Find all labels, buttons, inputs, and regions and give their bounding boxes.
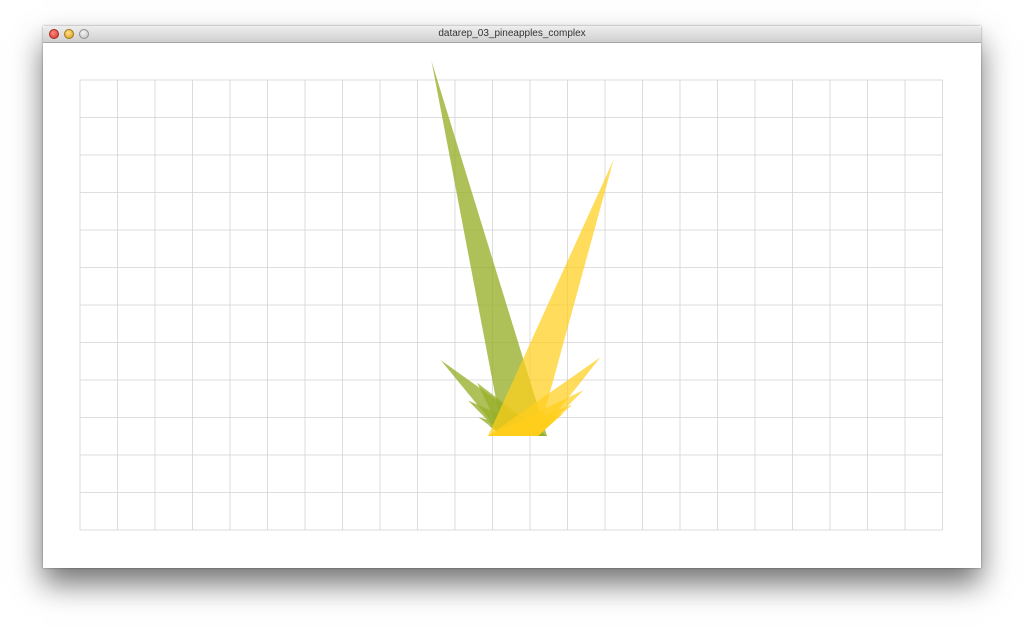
sketch-canvas	[79, 61, 943, 531]
title-bar[interactable]: datarep_03_pineapples_complex	[43, 26, 981, 43]
yellow-leaves	[488, 159, 614, 436]
grid	[79, 79, 943, 531]
window-title: datarep_03_pineapples_complex	[438, 28, 586, 39]
app-window: datarep_03_pineapples_complex	[43, 26, 981, 568]
